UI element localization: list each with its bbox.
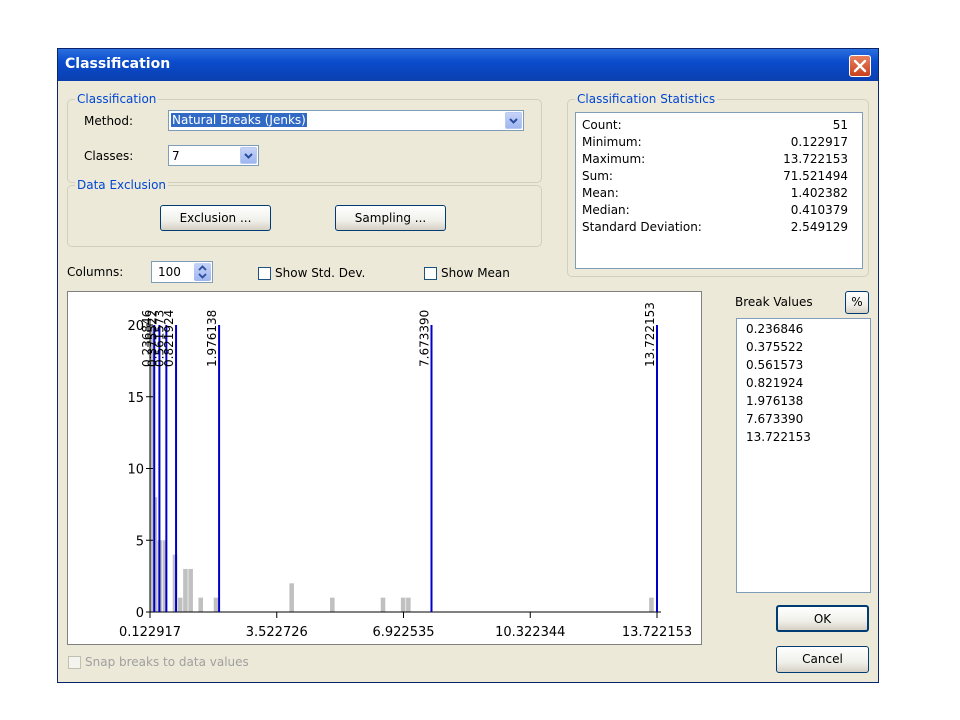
histogram-bar: [400, 597, 406, 612]
list-item[interactable]: 0.821924: [746, 376, 803, 390]
classes-select[interactable]: 7: [168, 145, 259, 166]
stat-value: 0.122917: [790, 135, 848, 149]
histogram-bar: [330, 597, 335, 612]
x-tick-label: 13.722153: [622, 625, 692, 640]
stat-value: 13.722153: [783, 152, 848, 166]
method-dropdown-button[interactable]: [505, 112, 522, 129]
x-tick-label: 6.922535: [372, 625, 434, 640]
break-label: 13.722153: [643, 302, 657, 367]
stat-label: Count:: [582, 118, 622, 132]
histogram-bar: [177, 597, 183, 612]
show-mean-label[interactable]: Show Mean: [441, 266, 510, 280]
list-item[interactable]: 13.722153: [746, 430, 811, 444]
show-std-dev-label[interactable]: Show Std. Dev.: [275, 266, 365, 280]
histogram-bar: [198, 597, 204, 612]
stat-row-minimum: Minimum: 0.122917: [576, 135, 856, 152]
stat-label: Minimum:: [582, 135, 642, 149]
classification-dialog: Classification Classification Method: Na…: [57, 48, 879, 683]
list-item[interactable]: 7.673390: [746, 412, 803, 426]
up-down-arrows-icon: [198, 265, 207, 279]
title-bar[interactable]: Classification: [58, 49, 878, 81]
classification-group-label: Classification: [75, 92, 159, 106]
stat-label: Standard Deviation:: [582, 220, 702, 234]
histogram-bar: [380, 597, 386, 612]
percent-button[interactable]: %: [845, 291, 869, 314]
ok-button-label: OK: [813, 612, 832, 626]
sampling-button[interactable]: Sampling ...: [335, 205, 446, 231]
histogram-bar: [289, 583, 294, 612]
break-label: 1.976138: [205, 310, 219, 367]
stat-label: Median:: [582, 203, 630, 217]
stat-row-sum: Sum: 71.521494: [576, 169, 856, 186]
classes-label: Classes:: [84, 149, 134, 163]
statistics-panel: Count: 51 Minimum: 0.122917 Maximum: 13.722…: [575, 112, 863, 269]
percent-button-label: %: [851, 295, 863, 309]
histogram-bar: [213, 597, 219, 612]
sampling-button-label: Sampling ...: [354, 211, 427, 225]
method-select[interactable]: Natural Breaks (Jenks): [168, 110, 524, 131]
stat-row-median: Median: 0.410379: [576, 203, 856, 220]
stat-value: 1.402382: [790, 186, 848, 200]
list-item[interactable]: 0.561573: [746, 358, 803, 372]
stat-value: 51: [832, 118, 848, 132]
chevron-down-icon: [244, 153, 253, 159]
columns-spinner[interactable]: 100: [151, 261, 213, 283]
stat-label: Sum:: [582, 169, 613, 183]
ok-button[interactable]: OK: [776, 605, 869, 632]
classes-select-value: 7: [172, 149, 180, 163]
histogram-bar: [406, 597, 411, 612]
break-label: 7.673390: [417, 310, 431, 367]
stat-value: 0.410379: [790, 203, 848, 217]
histogram-chart[interactable]: 0.122917 3.522726 6.922535 10.322344 13.7221…: [68, 292, 701, 644]
show-std-dev-checkbox[interactable]: [258, 267, 271, 280]
data-exclusion-group: [67, 185, 542, 247]
list-item[interactable]: 1.976138: [746, 394, 803, 408]
method-select-value: Natural Breaks (Jenks): [171, 113, 307, 127]
spinner-arrows[interactable]: [194, 263, 211, 281]
close-icon: [853, 59, 867, 73]
y-tick-label: 15: [127, 391, 144, 406]
columns-spinner-value: 100: [158, 265, 181, 279]
dialog-title: Classification: [65, 56, 171, 72]
stat-value: 2.549129: [790, 220, 848, 234]
break-label: 0.821924: [162, 310, 176, 367]
x-tick-label: 0.122917: [119, 625, 181, 640]
stat-row-maximum: Maximum: 13.722153: [576, 152, 856, 169]
chevron-down-icon: [509, 118, 518, 124]
stat-row-count: Count: 51: [576, 118, 856, 135]
method-label: Method:: [84, 114, 134, 128]
break-values-label: Break Values: [735, 295, 813, 309]
exclusion-button[interactable]: Exclusion ...: [160, 205, 271, 231]
x-tick-label: 10.322344: [495, 625, 565, 640]
y-tick-label: 5: [136, 534, 144, 549]
cancel-button[interactable]: Cancel: [776, 646, 869, 673]
data-exclusion-group-label: Data Exclusion: [75, 178, 169, 192]
exclusion-button-label: Exclusion ...: [179, 211, 252, 225]
y-tick-label: 0: [136, 606, 144, 621]
snap-breaks-label[interactable]: Snap breaks to data values: [85, 655, 249, 669]
stat-value: 71.521494: [783, 169, 848, 183]
histogram-bar: [183, 568, 188, 612]
columns-label: Columns:: [67, 265, 124, 279]
list-item[interactable]: 0.236846: [746, 322, 803, 336]
classes-dropdown-button[interactable]: [240, 147, 257, 164]
stat-label: Maximum:: [582, 152, 646, 166]
histogram-chart-area[interactable]: 0.122917 3.522726 6.922535 10.322344 13.7221…: [67, 291, 702, 645]
stat-row-mean: Mean: 1.402382: [576, 186, 856, 203]
stat-label: Mean:: [582, 186, 619, 200]
stat-row-std-dev: Standard Deviation: 2.549129: [576, 220, 856, 237]
list-item[interactable]: 0.375522: [746, 340, 803, 354]
statistics-group-label: Classification Statistics: [575, 92, 718, 106]
snap-breaks-checkbox[interactable]: [68, 656, 81, 669]
break-values-list[interactable]: 0.236846 0.375522 0.561573 0.821924 1.97…: [736, 318, 871, 593]
y-tick-label: 10: [127, 463, 144, 478]
histogram-bar: [188, 568, 193, 612]
show-mean-checkbox[interactable]: [424, 267, 437, 280]
histogram-bar: [649, 597, 654, 612]
cancel-button-label: Cancel: [802, 652, 843, 666]
close-button[interactable]: [849, 55, 871, 77]
x-tick-label: 3.522726: [246, 625, 308, 640]
